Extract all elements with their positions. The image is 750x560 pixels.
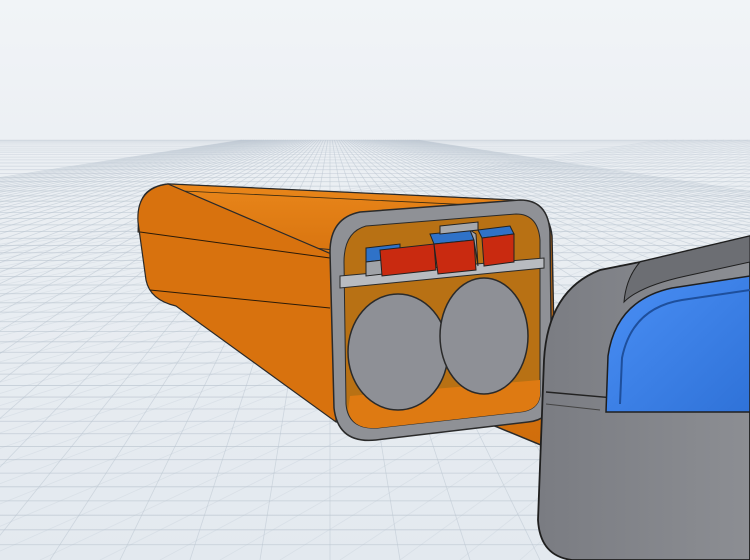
cylindrical-cell[interactable] [347,293,449,411]
cylindrical-cell[interactable] [439,277,529,395]
smd-component[interactable] [365,243,437,277]
smd-component[interactable] [429,228,479,275]
3d-viewport[interactable] [0,0,750,560]
